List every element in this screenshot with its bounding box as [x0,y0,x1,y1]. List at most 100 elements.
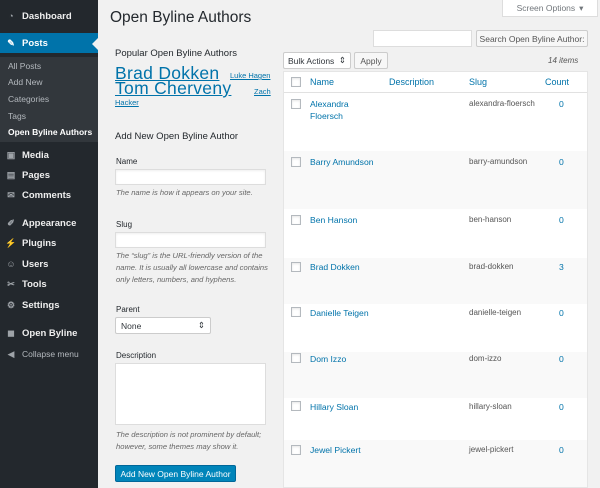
sidebar-item-pages[interactable]: ▤ Pages [0,165,98,185]
tag-cloud-link[interactable]: Luke Hagen [230,71,270,80]
users-icon: ☺ [6,259,16,269]
screen-options-button[interactable]: Screen Options ▾ [502,0,598,17]
parent-select[interactable]: None ⇕ [115,317,211,334]
tag-cloud-link[interactable]: Tom Cherveny [115,78,231,99]
pin-icon: ✎ [7,37,15,48]
table-header: Name Description Slug Count [284,72,587,93]
posts-submenu: All Posts Add New Categories Tags Open B… [0,57,98,142]
column-header-description[interactable]: Description [389,77,434,87]
row-checkbox[interactable] [291,262,301,272]
author-count-link[interactable]: 0 [559,353,564,365]
authors-table: Name Description Slug Count Alexandra Fl… [283,71,588,488]
submenu-tags[interactable]: Tags [8,111,26,121]
sidebar-item-posts[interactable]: ✎ Posts [0,33,98,53]
sidebar-item-label: Comments [22,189,72,201]
author-slug: alexandra-floersch [469,99,535,108]
author-count-link[interactable]: 0 [559,307,564,319]
sidebar-item-label: Posts [22,37,48,49]
column-header-count[interactable]: Count [545,77,569,87]
search-input[interactable] [373,30,472,47]
media-icon: ▣ [6,149,16,160]
description-label: Description [116,351,157,360]
description-help: The description is not prominent by defa… [116,430,262,451]
search-button-label: Search Open Byline Author: [479,33,585,44]
column-header-slug[interactable]: Slug [469,77,487,87]
row-checkbox[interactable] [291,215,301,225]
sidebar-item-open-byline[interactable]: ◼ Open Byline [0,323,98,343]
submenu-categories[interactable]: Categories [8,94,49,104]
author-count-link[interactable]: 0 [559,98,564,110]
author-name-link[interactable]: Danielle Teigen [310,307,390,319]
sidebar-item-tools[interactable]: ✂ Tools [0,274,98,294]
slug-field[interactable] [115,232,266,248]
author-name-link[interactable]: Brad Dokken [310,261,390,273]
slug-description: The “slug” is the URL-friendly version o… [116,251,268,284]
sidebar-item-media[interactable]: ▣ Media [0,145,98,165]
row-checkbox[interactable] [291,445,301,455]
comments-icon: ✉ [7,189,15,200]
select-all-checkbox[interactable] [291,77,301,87]
table-row: Barry Amundson barry-amundson 0 [284,151,587,209]
author-name-link[interactable]: Jewel Pickert [310,444,390,456]
sidebar-item-dashboard[interactable]: ◔ Dashboard [0,6,98,26]
collapse-menu-button[interactable]: ◀ Collapse menu [0,344,98,364]
admin-sidebar: ◔ Dashboard ✎ Posts All Posts Add New Ca… [0,0,98,488]
page-title: Open Byline Authors [110,9,252,26]
table-row: Danielle Teigen danielle-teigen 0 [284,305,587,351]
author-count-link[interactable]: 0 [559,401,564,413]
sidebar-item-plugins[interactable]: ⚡ Plugins [0,233,98,253]
apply-button[interactable]: Apply [354,52,388,69]
author-count-link[interactable]: 0 [559,214,564,226]
apply-label: Apply [360,55,382,66]
submenu-open-byline-authors[interactable]: Open Byline Authors [8,127,92,137]
add-new-author-label: Add New Open Byline Author [120,468,231,479]
name-field[interactable] [115,169,266,185]
bulk-actions-select[interactable]: Bulk Actions ⇕ [283,52,351,69]
author-slug: dom-izzo [469,354,502,363]
author-slug: brad-dokken [469,262,514,271]
author-slug: barry-amundson [469,157,528,166]
settings-icon: ⚙ [6,299,16,310]
author-name-link[interactable]: Dom Izzo [310,353,390,365]
tag-cloud-link-text: Zach [254,87,271,96]
author-count-link[interactable]: 0 [559,444,564,456]
name-description: The name is how it appears on your site. [116,188,253,197]
row-checkbox[interactable] [291,99,301,109]
name-label: Name [116,157,138,166]
add-new-author-button[interactable]: Add New Open Byline Author [115,465,236,482]
author-name-link[interactable]: Hillary Sloan [310,401,390,413]
search-button[interactable]: Search Open Byline Author: [476,30,588,47]
author-count-link[interactable]: 0 [559,156,564,168]
author-name-link[interactable]: Barry Amundson [310,156,374,168]
author-name-link[interactable]: Ben Hanson [310,214,390,226]
submenu-add-new[interactable]: Add New [8,77,43,87]
sidebar-item-settings[interactable]: ⚙ Settings [0,295,98,315]
sidebar-item-label: Collapse menu [22,349,79,359]
tag-cloud-link[interactable]: Zach [254,86,272,97]
column-header-name[interactable]: Name [310,77,334,87]
sidebar-item-label: Open Byline [22,327,78,339]
author-name-link[interactable]: Alexandra Floersch [310,98,374,122]
row-checkbox[interactable] [291,307,301,317]
sidebar-item-label: Dashboard [22,10,72,22]
sidebar-item-label: Tools [22,278,47,290]
author-count-link[interactable]: 3 [559,261,564,273]
row-checkbox[interactable] [291,353,301,363]
submenu-all-posts[interactable]: All Posts [8,61,41,71]
row-checkbox[interactable] [291,157,301,167]
select-arrows-icon: ⇕ [338,55,346,65]
sidebar-item-comments[interactable]: ✉ Comments [0,185,98,205]
tag-cloud-link[interactable]: Hacker [115,98,139,107]
sidebar-item-users[interactable]: ☺ Users [0,254,98,274]
tools-icon: ✂ [7,278,15,289]
author-slug: danielle-teigen [469,308,522,317]
table-row: Alexandra Floersch alexandra-floersch 0 [284,98,587,150]
description-textarea[interactable] [115,363,266,425]
collapse-icon: ◀ [7,348,15,359]
plugins-icon: ⚡ [5,237,17,248]
row-checkbox[interactable] [291,401,301,411]
chevron-down-icon: ▾ [579,2,584,13]
parent-select-value: None [121,320,142,331]
screen-options-label: Screen Options [516,3,576,13]
sidebar-item-appearance[interactable]: ✐ Appearance [0,213,98,233]
